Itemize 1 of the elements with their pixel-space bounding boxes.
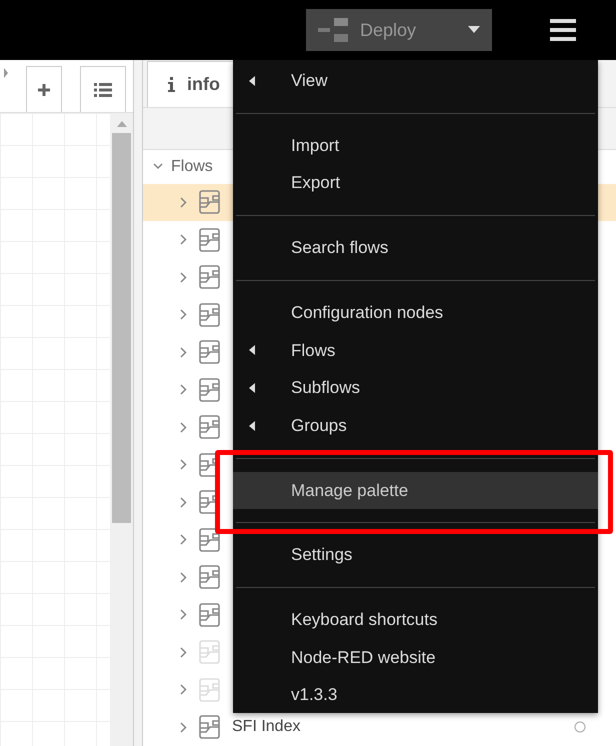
flow-name: SFI Index xyxy=(232,717,302,738)
